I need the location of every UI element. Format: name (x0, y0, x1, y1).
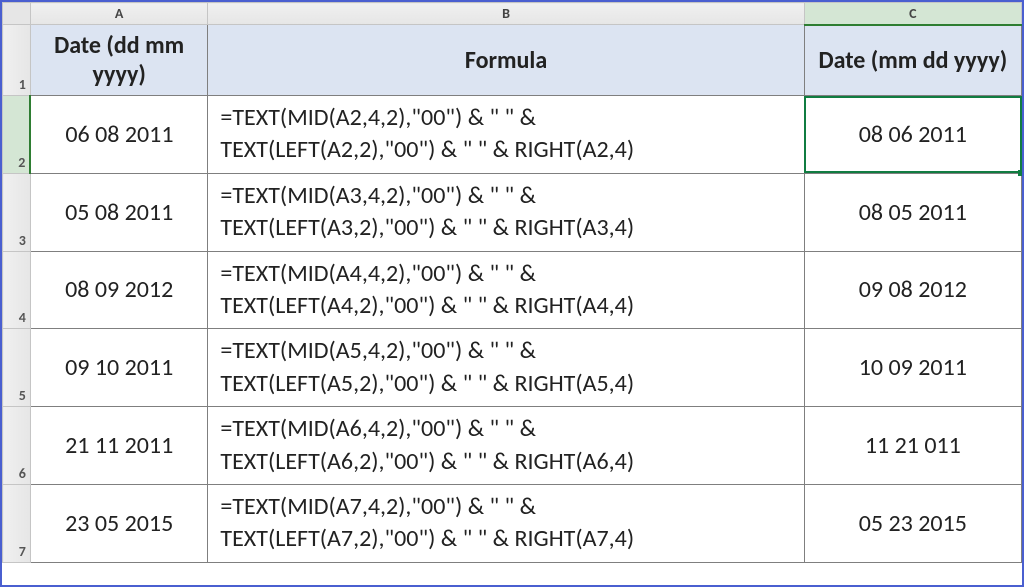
cell-A6[interactable]: 21 11 2011 (30, 407, 207, 485)
cell-A3[interactable]: 05 08 2011 (30, 173, 207, 251)
column-header-B[interactable]: B (208, 3, 804, 25)
cell-A5[interactable]: 09 10 2011 (30, 329, 207, 407)
header-date-ddmmyyyy[interactable]: Date (dd mm yyyy) (30, 25, 207, 96)
cell-B7[interactable]: =TEXT(MID(A7,4,2),"00") & " " &TEXT(LEFT… (208, 484, 804, 562)
cell-A4[interactable]: 08 09 2012 (30, 251, 207, 329)
cell-C2[interactable]: 08 06 2011 (804, 96, 1021, 174)
table-row: 305 08 2011=TEXT(MID(A3,4,2),"00") & " "… (3, 173, 1022, 251)
row-header-5[interactable]: 5 (3, 329, 31, 407)
table-row: 1 Date (dd mm yyyy) Formula Date (mm dd … (3, 25, 1022, 96)
column-header-A[interactable]: A (30, 3, 207, 25)
table-row: 509 10 2011=TEXT(MID(A5,4,2),"00") & " "… (3, 329, 1022, 407)
select-all-corner[interactable] (3, 3, 31, 25)
cell-B4[interactable]: =TEXT(MID(A4,4,2),"00") & " " &TEXT(LEFT… (208, 251, 804, 329)
cell-C7[interactable]: 05 23 2015 (804, 484, 1021, 562)
cell-B3[interactable]: =TEXT(MID(A3,4,2),"00") & " " &TEXT(LEFT… (208, 173, 804, 251)
cell-B6[interactable]: =TEXT(MID(A6,4,2),"00") & " " &TEXT(LEFT… (208, 407, 804, 485)
header-formula[interactable]: Formula (208, 25, 804, 96)
cell-B5[interactable]: =TEXT(MID(A5,4,2),"00") & " " &TEXT(LEFT… (208, 329, 804, 407)
column-header-row: A B C (3, 3, 1022, 25)
table-row: 206 08 2011=TEXT(MID(A2,4,2),"00") & " "… (3, 96, 1022, 174)
table-row: 621 11 2011=TEXT(MID(A6,4,2),"00") & " "… (3, 407, 1022, 485)
row-header-1[interactable]: 1 (3, 25, 31, 96)
cell-A7[interactable]: 23 05 2015 (30, 484, 207, 562)
cell-C6[interactable]: 11 21 011 (804, 407, 1021, 485)
header-date-mmddyyyy[interactable]: Date (mm dd yyyy) (804, 25, 1021, 96)
row-header-6[interactable]: 6 (3, 407, 31, 485)
cell-C5[interactable]: 10 09 2011 (804, 329, 1021, 407)
row-header-2[interactable]: 2 (3, 96, 31, 174)
row-header-3[interactable]: 3 (3, 173, 31, 251)
row-header-4[interactable]: 4 (3, 251, 31, 329)
cell-C3[interactable]: 08 05 2011 (804, 173, 1021, 251)
table-row: 723 05 2015=TEXT(MID(A7,4,2),"00") & " "… (3, 484, 1022, 562)
spreadsheet: A B C 1 Date (dd mm yyyy) Formula Date (… (0, 0, 1024, 587)
column-header-C[interactable]: C (804, 3, 1021, 25)
cell-C4[interactable]: 09 08 2012 (804, 251, 1021, 329)
table-row: 408 09 2012=TEXT(MID(A4,4,2),"00") & " "… (3, 251, 1022, 329)
row-header-7[interactable]: 7 (3, 484, 31, 562)
grid: A B C 1 Date (dd mm yyyy) Formula Date (… (2, 2, 1022, 563)
cell-A2[interactable]: 06 08 2011 (30, 96, 207, 174)
cell-B2[interactable]: =TEXT(MID(A2,4,2),"00") & " " &TEXT(LEFT… (208, 96, 804, 174)
